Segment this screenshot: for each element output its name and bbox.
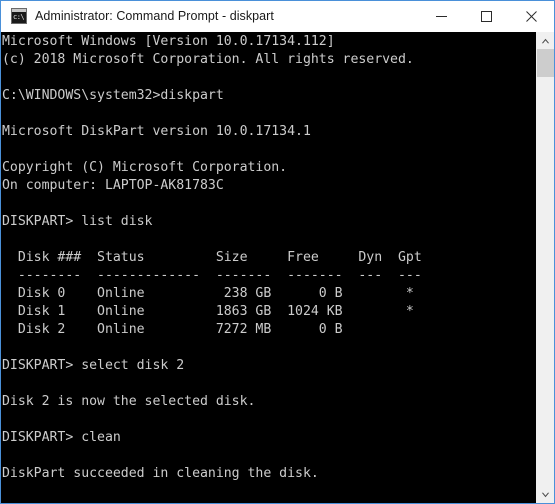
console-line: DISKPART> convert gpt [2, 501, 536, 503]
console-line: Disk ### Status Size Free Dyn Gpt [2, 250, 422, 265]
command-prompt-icon-glyph: c:\ [13, 13, 25, 21]
console-line: DISKPART> clean [2, 430, 121, 445]
close-button[interactable] [509, 1, 554, 31]
maximize-button[interactable] [464, 1, 509, 31]
console-line: Disk 0 Online 238 GB 0 B * [2, 286, 414, 301]
console-line: DISKPART> list disk [2, 214, 153, 229]
console-line: DISKPART> select disk 2 [2, 358, 185, 373]
console-line: Disk 2 is now the selected disk. [2, 394, 256, 409]
scroll-up-arrow[interactable] [537, 32, 554, 49]
console-line: (c) 2018 Microsoft Corporation. All righ… [2, 52, 414, 67]
console-line: Disk 1 Online 1863 GB 1024 KB * [2, 304, 414, 319]
console-line: -------- ------------- ------- ------- -… [2, 268, 422, 283]
console-line: DiskPart succeeded in cleaning the disk. [2, 466, 319, 481]
console-line: Copyright (C) Microsoft Corporation. [2, 160, 288, 175]
title-bar[interactable]: c:\ Administrator: Command Prompt - disk… [1, 1, 554, 32]
command-prompt-window: c:\ Administrator: Command Prompt - disk… [0, 0, 555, 504]
console-line: Microsoft Windows [Version 10.0.17134.11… [2, 34, 335, 49]
console-line: C:\WINDOWS\system32>diskpart [2, 88, 224, 103]
console-line: Disk 2 Online 7272 MB 0 B [2, 322, 343, 337]
window-controls [419, 1, 554, 31]
console-scrollbar[interactable] [536, 32, 554, 503]
console-output[interactable]: Microsoft Windows [Version 10.0.17134.11… [1, 32, 536, 503]
scrollbar-track[interactable] [537, 49, 554, 486]
scrollbar-thumb[interactable] [537, 49, 554, 77]
command-prompt-icon[interactable]: c:\ [11, 8, 27, 24]
console-line: Microsoft DiskPart version 10.0.17134.1 [2, 124, 311, 139]
window-title: Administrator: Command Prompt - diskpart [35, 9, 274, 23]
console-line: On computer: LAPTOP-AK81783C [2, 178, 224, 193]
minimize-button[interactable] [419, 1, 464, 31]
scroll-down-arrow[interactable] [537, 486, 554, 503]
console-area[interactable]: Microsoft Windows [Version 10.0.17134.11… [1, 32, 554, 503]
